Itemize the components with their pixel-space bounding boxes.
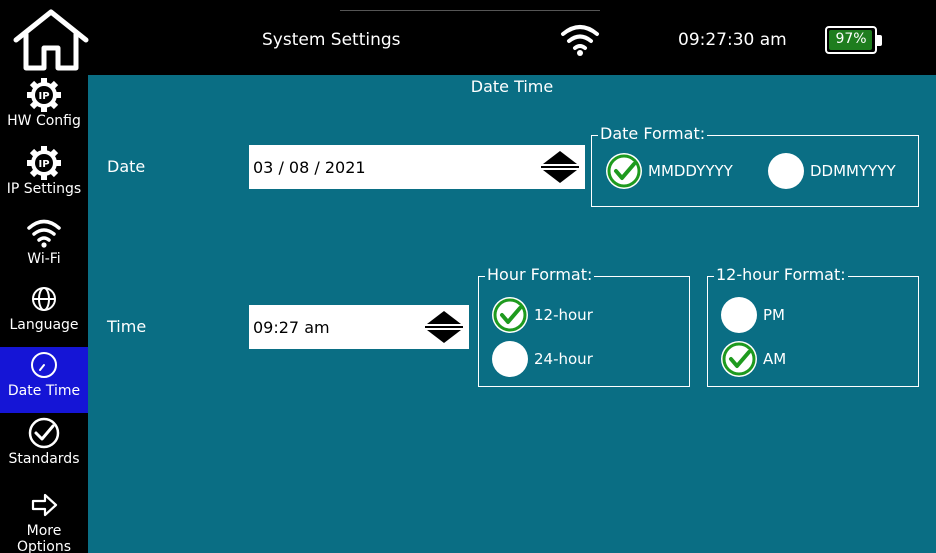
- globe-icon: [32, 287, 56, 311]
- date-time-panel: Date Time Date 03 / 08 / 2021 Date Forma…: [88, 75, 936, 553]
- sidebar-item-label: Language: [9, 317, 79, 333]
- radio-unchecked: [768, 153, 804, 189]
- sidebar-item-label: Standards: [8, 451, 80, 467]
- radio-unchecked: [721, 297, 757, 333]
- battery-indicator: 97%: [825, 26, 882, 54]
- radio-label: AM: [763, 350, 787, 368]
- wifi-icon: [561, 25, 599, 56]
- time-input[interactable]: 09:27 am: [249, 305, 419, 349]
- sidebar-item-language[interactable]: Language: [0, 281, 88, 347]
- battery-nub: [877, 35, 882, 46]
- check-icon: [607, 154, 641, 188]
- battery-percent: 97%: [835, 31, 867, 47]
- hour-format-legend: Hour Format:: [485, 265, 595, 284]
- check-circle-icon: [28, 417, 60, 449]
- top-bar: System Settings 09:27:30 am 97%: [0, 0, 936, 75]
- section-title: Date Time: [470, 77, 554, 96]
- twelve-hour-format-pm-radio[interactable]: PM: [721, 297, 785, 333]
- sidebar-item-label: Wi-Fi: [27, 251, 61, 267]
- sidebar-item-hw-config[interactable]: IP HW Config: [0, 77, 88, 145]
- sidebar-item-label: IP Settings: [6, 181, 82, 197]
- sidebar-item-date-time[interactable]: Date Time: [0, 347, 88, 413]
- date-input[interactable]: 03 / 08 / 2021: [249, 145, 535, 189]
- check-icon: [493, 298, 527, 332]
- sidebar-item-more-options[interactable]: More Options: [0, 487, 88, 553]
- date-label: Date: [107, 157, 146, 176]
- app-title: System Settings: [262, 30, 401, 50]
- svg-text:IP: IP: [38, 159, 49, 170]
- twelve-hour-format-am-radio[interactable]: AM: [721, 341, 786, 377]
- home-icon: [13, 9, 89, 71]
- time-spinner[interactable]: [419, 305, 469, 349]
- arrow-right-icon: [31, 493, 58, 517]
- sidebar-item-ip-settings[interactable]: IP IP Settings: [0, 145, 88, 213]
- radio-unchecked: [492, 341, 528, 377]
- sidebar: IP HW Config IP IP Settings Wi-Fi Langua…: [0, 75, 88, 553]
- time-label: Time: [107, 317, 147, 336]
- date-format-mmddyyyy-radio[interactable]: MMDDYYYY: [606, 153, 733, 189]
- clock-icon: [31, 352, 57, 378]
- check-icon: [722, 342, 756, 376]
- radio-label: DDMMYYYY: [810, 162, 896, 180]
- radio-checked: [721, 341, 757, 377]
- date-format-group: Date Format: MMDDYYYY DDMMYYYY: [591, 124, 919, 207]
- sidebar-item-label: HW Config: [7, 113, 81, 129]
- radio-checked: [606, 153, 642, 189]
- sidebar-item-label: Date Time: [7, 383, 81, 399]
- date-spinner[interactable]: [535, 145, 585, 189]
- twelve-hour-format-group: 12-hour Format: PM AM: [707, 265, 919, 387]
- ip-gear-icon: IP: [27, 78, 61, 112]
- radio-checked: [492, 297, 528, 333]
- radio-label: PM: [763, 306, 785, 324]
- top-divider: [340, 10, 600, 11]
- clock-readout: 09:27:30 am: [678, 30, 787, 50]
- svg-text:IP: IP: [38, 91, 49, 102]
- radio-label: MMDDYYYY: [648, 162, 733, 180]
- sidebar-item-label-line2: Options: [16, 539, 72, 553]
- date-format-ddmmyyyy-radio[interactable]: DDMMYYYY: [768, 153, 896, 189]
- sidebar-item-wifi[interactable]: Wi-Fi: [0, 215, 88, 279]
- hour-format-group: Hour Format: 12-hour 24-hour: [478, 265, 690, 387]
- radio-label: 24-hour: [534, 350, 593, 368]
- sidebar-item-standards[interactable]: Standards: [0, 415, 88, 481]
- date-format-legend: Date Format:: [598, 124, 708, 143]
- twelve-hour-format-legend: 12-hour Format:: [714, 265, 848, 284]
- radio-label: 12-hour: [534, 306, 593, 324]
- hour-format-12-hour-radio[interactable]: 12-hour: [492, 297, 593, 333]
- hour-format-24-hour-radio[interactable]: 24-hour: [492, 341, 593, 377]
- wifi-icon: [27, 219, 61, 248]
- sidebar-item-label: More: [26, 523, 62, 539]
- home-button[interactable]: [6, 8, 96, 72]
- ip-gear-icon: IP: [27, 146, 61, 180]
